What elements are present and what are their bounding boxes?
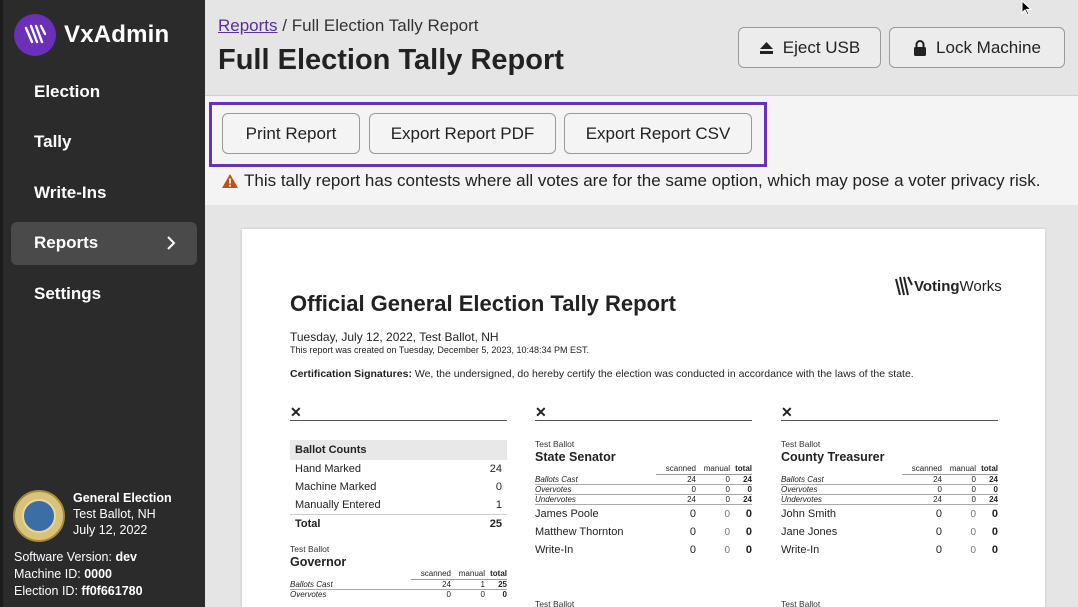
- warning-icon: [222, 174, 238, 188]
- report-created-line: This report was created on Tuesday, Dece…: [290, 345, 589, 355]
- contest-stats: scanned manual total Ballots Cast 24 1 2…: [290, 569, 507, 599]
- table-row: Machine Marked 0: [295, 481, 502, 493]
- signature-x-mark: ✕: [781, 404, 793, 420]
- logo-text-works: Works: [959, 277, 1002, 295]
- contest-ballot-label: Test Ballot: [290, 544, 330, 554]
- contest-title: State Senator: [535, 450, 616, 464]
- report-page: Official General Election Tally Report V…: [242, 229, 1045, 607]
- contest-title: Governor: [290, 555, 347, 569]
- contest-ballot-label: Test Ballot: [535, 439, 575, 449]
- certification-line: Certification Signatures: We, the unders…: [290, 368, 914, 380]
- election-info: General Election Test Ballot, NH July 12…: [13, 490, 172, 542]
- election-id-value: ff0f661780: [81, 584, 143, 598]
- lock-machine-label: Lock Machine: [936, 37, 1041, 57]
- report-title: Official General Election Tally Report: [290, 291, 676, 316]
- software-version-label: Software Version:: [14, 550, 112, 564]
- sidebar-nav: Election Tally Write-Ins Reports Setting…: [11, 70, 197, 323]
- candidate-row: Write-In 0 0 0: [535, 544, 752, 556]
- privacy-warning: This tally report has contests where all…: [221, 171, 1041, 191]
- breadcrumb: Reports / Full Election Tally Report: [218, 16, 479, 36]
- machine-info: Software Version: dev Machine ID: 0000 E…: [14, 549, 143, 600]
- brand: VxAdmin: [14, 14, 169, 56]
- sidebar-item-write-ins[interactable]: Write-Ins: [11, 171, 197, 214]
- candidate-row: James Poole 0 0 0: [535, 508, 752, 520]
- election-date: July 12, 2022: [73, 523, 148, 537]
- print-report-button[interactable]: Print Report: [222, 113, 360, 154]
- sidebar-item-reports[interactable]: Reports: [11, 221, 197, 265]
- logo-text-voting: Voting: [914, 277, 960, 295]
- export-csv-button[interactable]: Export Report CSV: [564, 113, 752, 154]
- report-actions: Print Report Export Report PDF Export Re…: [205, 96, 1078, 205]
- privacy-warning-text: This tally report has contests where all…: [244, 171, 1041, 190]
- sidebar-item-label: Tally: [34, 132, 72, 151]
- brand-name: VxAdmin: [64, 21, 170, 48]
- sidebar-item-election[interactable]: Election: [11, 70, 197, 113]
- sidebar-item-label: Reports: [34, 233, 99, 252]
- signature-x-mark: ✕: [290, 404, 302, 420]
- state-seal-icon: [13, 490, 65, 542]
- table-row: Manually Entered 1: [295, 499, 502, 511]
- chevron-right-icon: [167, 236, 176, 250]
- election-title: General Election: [73, 491, 172, 505]
- breadcrumb-current: Full Election Tally Report: [291, 16, 479, 35]
- contest-stats: scanned manual total Ballots Cast 24 0 2…: [781, 464, 998, 505]
- machine-id-value: 0000: [84, 567, 112, 581]
- signature-x-mark: ✕: [535, 404, 547, 420]
- votingworks-mark-icon: [895, 276, 913, 296]
- contest-ballot-label: Test Ballot: [781, 439, 821, 449]
- sidebar-item-label: Election: [34, 81, 101, 101]
- ballot-counts-heading: Ballot Counts: [290, 440, 507, 460]
- software-version-value: dev: [115, 550, 137, 564]
- candidate-row: Jane Jones 0 0 0: [781, 526, 998, 538]
- votingworks-logo: Voting Works: [894, 275, 1002, 297]
- breadcrumb-separator: /: [282, 16, 287, 35]
- sidebar-item-label: Settings: [34, 283, 102, 303]
- table-row: Hand Marked 24: [295, 463, 502, 475]
- lock-machine-button[interactable]: Lock Machine: [889, 27, 1065, 68]
- contest-ballot-label: Test Ballot: [535, 599, 575, 607]
- election-county: Test Ballot, NH: [73, 507, 156, 521]
- lock-icon: [914, 39, 927, 56]
- candidate-row: Write-In 0 0 0: [781, 544, 998, 556]
- election-id-label: Election ID:: [14, 584, 78, 598]
- sidebar-item-label: Write-Ins: [34, 182, 107, 202]
- table-row-total: Total 25: [290, 514, 507, 532]
- sidebar-item-tally[interactable]: Tally: [11, 121, 197, 164]
- sidebar-item-settings[interactable]: Settings: [11, 272, 197, 315]
- report-date-line: Tuesday, July 12, 2022, Test Ballot, NH: [290, 330, 499, 344]
- vxadmin-logo-icon: [14, 14, 56, 56]
- contest-title: County Treasurer: [781, 450, 885, 464]
- candidate-row: John Smith 0 0 0: [781, 508, 998, 520]
- ballot-counts-table: Ballot Counts Hand Marked 24 Machine Mark…: [290, 440, 507, 532]
- eject-usb-label: Eject USB: [782, 37, 861, 57]
- signature-line: ✕: [781, 404, 998, 421]
- certification-label: Certification Signatures:: [290, 368, 412, 380]
- eject-usb-button[interactable]: Eject USB: [738, 27, 881, 68]
- machine-id-label: Machine ID:: [14, 567, 81, 581]
- page-header: Reports / Full Election Tally Report Ful…: [205, 0, 1078, 96]
- breadcrumb-reports-link[interactable]: Reports: [218, 16, 278, 35]
- contest-governor: Test Ballot Governor scanned manual tota…: [290, 544, 507, 599]
- sidebar: VxAdmin Election Tally Write-Ins Reports…: [0, 0, 205, 607]
- candidate-row: Matthew Thornton 0 0 0: [535, 526, 752, 538]
- signature-line: ✕: [535, 404, 752, 421]
- certification-text: We, the undersigned, do hereby certify t…: [414, 368, 914, 380]
- contest-ballot-label: Test Ballot: [781, 599, 821, 607]
- contest-county-treasurer: Test Ballot County Treasurer scanned man…: [781, 439, 998, 559]
- mouse-cursor-icon: [1021, 0, 1033, 16]
- signature-line: ✕: [290, 404, 507, 421]
- contest-stats: scanned manual total Ballots Cast 24 0 2…: [535, 464, 752, 505]
- eject-icon: [759, 41, 773, 54]
- contest-state-senator: Test Ballot State Senator scanned manual…: [535, 439, 752, 559]
- page-title: Full Election Tally Report: [218, 44, 564, 76]
- export-pdf-button[interactable]: Export Report PDF: [369, 113, 556, 154]
